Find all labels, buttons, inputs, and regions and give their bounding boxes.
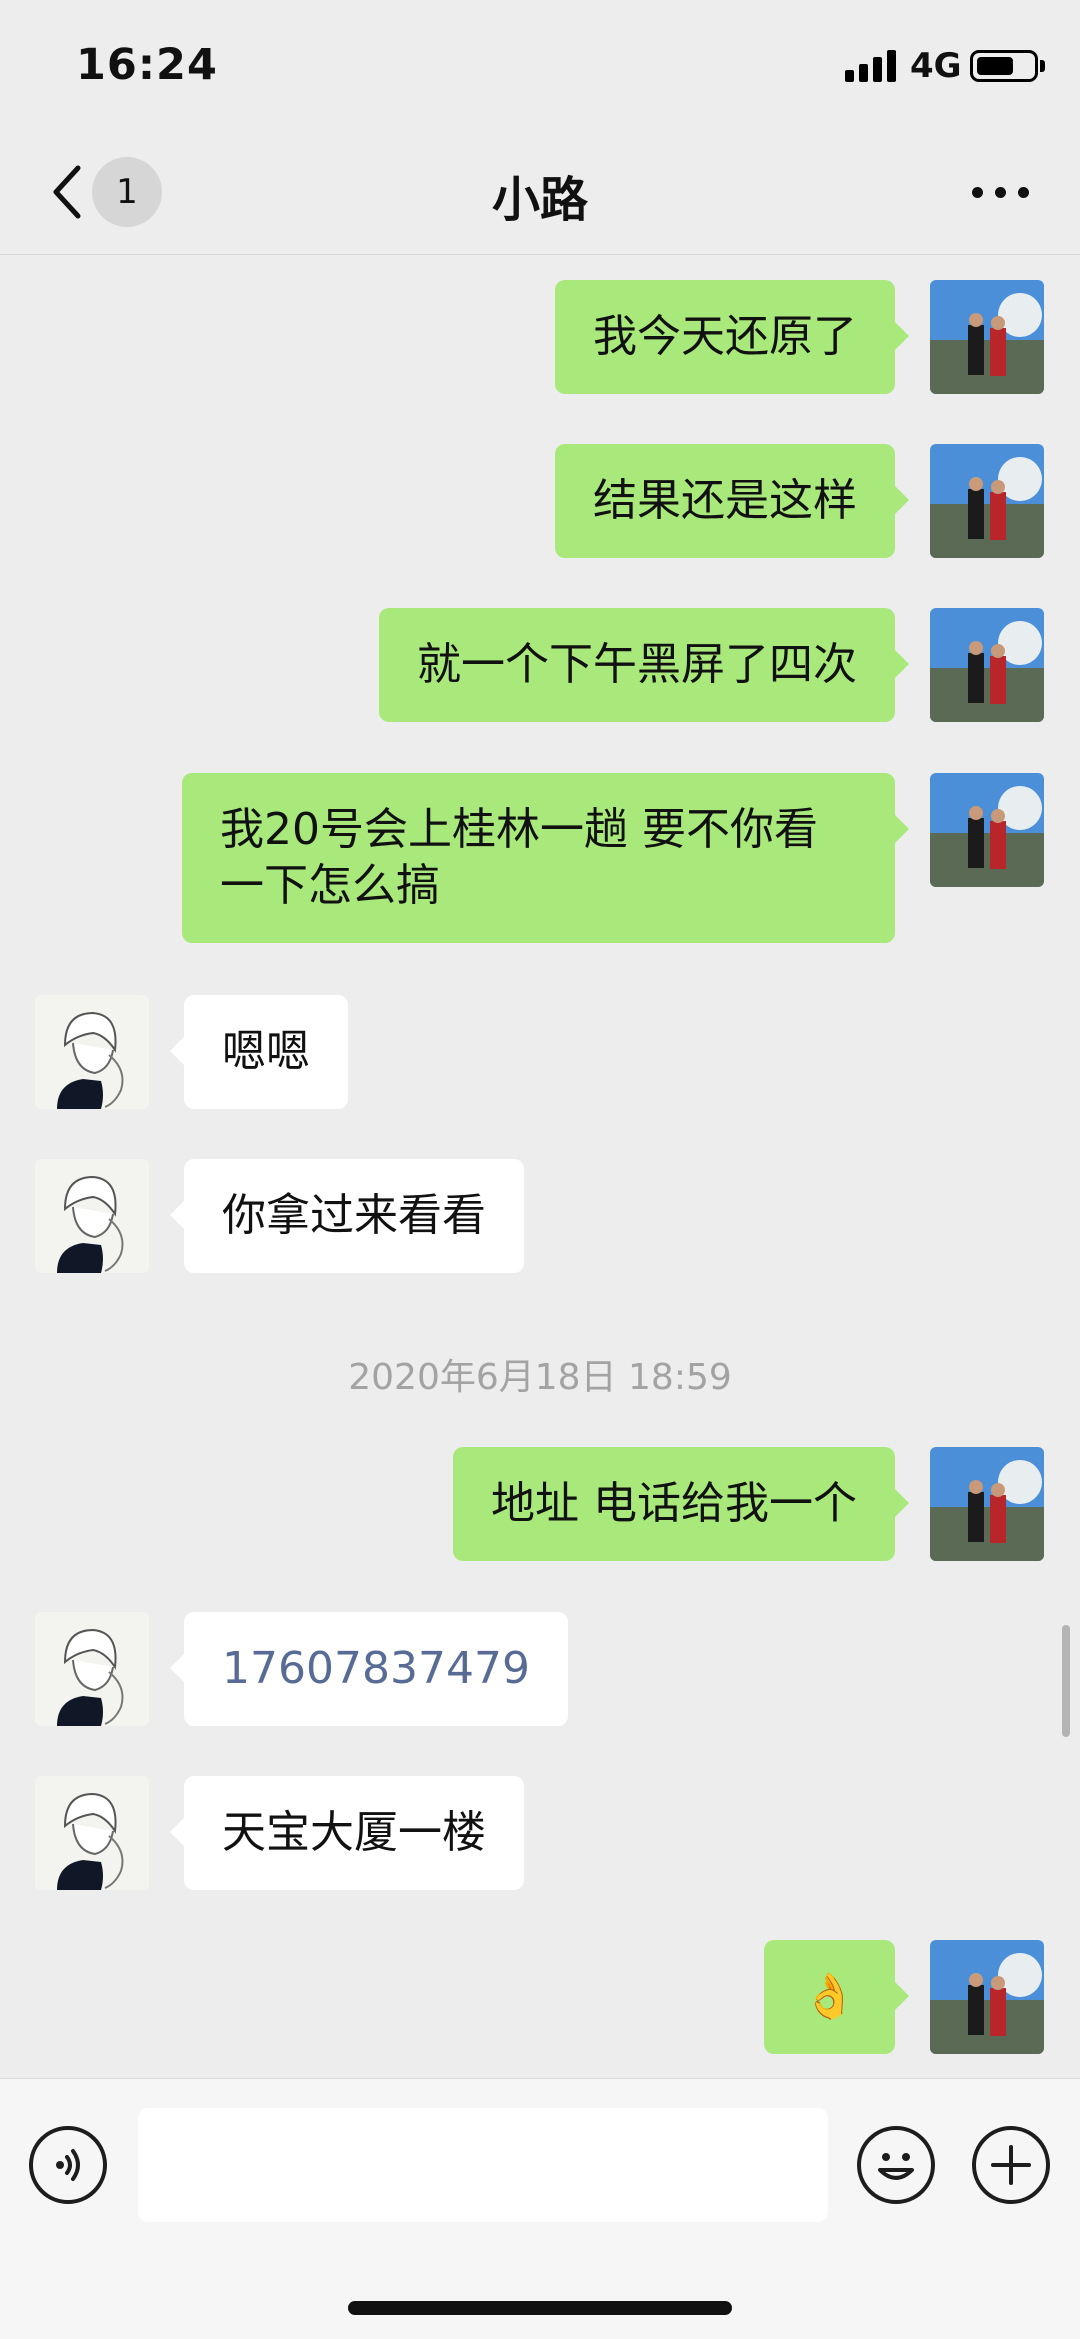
emoji-icon[interactable] [857, 2126, 935, 2204]
my-avatar[interactable] [930, 444, 1044, 558]
message-bubble-in[interactable]: 嗯嗯 [170, 995, 348, 1109]
message-text: 就一个下午黑屏了四次 [417, 639, 857, 690]
message-text: 嗯嗯 [222, 1026, 310, 1077]
message-bubble-out[interactable]: 我20号会上桂林一趟 要不你看 一下怎么搞 [182, 773, 909, 943]
more-dots-icon[interactable] [968, 182, 1032, 202]
contact-avatar[interactable] [35, 995, 149, 1109]
plus-icon[interactable] [972, 2126, 1050, 2204]
my-avatar[interactable] [930, 1940, 1044, 2054]
my-avatar[interactable] [930, 1447, 1044, 1561]
ok-hand-emoji: 👌 [802, 1971, 857, 2022]
scrollbar-thumb[interactable] [1062, 1625, 1070, 1737]
message-bubble-in[interactable]: 17607837479 [170, 1612, 568, 1726]
message-bubble-out[interactable]: 就一个下午黑屏了四次 [379, 608, 909, 722]
contact-avatar[interactable] [35, 1159, 149, 1273]
message-text-line: 我20号会上桂林一趟 要不你看 [220, 804, 818, 855]
message-text: 地址 电话给我一个 [491, 1478, 857, 1529]
signal-icon [845, 50, 897, 82]
battery-icon [970, 50, 1038, 82]
my-avatar[interactable] [930, 608, 1044, 722]
input-bar [0, 2078, 1080, 2339]
chat-timestamp: 2020年6月18日 18:59 [348, 1357, 732, 1398]
message-text: 结果还是这样 [593, 475, 857, 526]
message-text-line: 一下怎么搞 [220, 860, 440, 911]
message-bubble-out[interactable]: 结果还是这样 [555, 444, 909, 558]
message-bubble-in[interactable]: 你拿过来看看 [170, 1159, 524, 1273]
my-avatar[interactable] [930, 280, 1044, 394]
message-bubble-out[interactable]: 地址 电话给我一个 [453, 1447, 909, 1561]
battery-cap [1040, 60, 1045, 72]
phone-number-link[interactable]: 17607837479 [222, 1643, 530, 1694]
contact-avatar[interactable] [35, 1612, 149, 1726]
message-input[interactable] [138, 2108, 828, 2222]
message-text: 天宝大厦一楼 [222, 1807, 486, 1858]
contact-avatar[interactable] [35, 1776, 149, 1890]
chat-screen: 16:24 4G 1 小路 我今天还原了 结果还是这样 就一个下午黑屏了四次 我… [0, 0, 1080, 2339]
message-text: 你拿过来看看 [222, 1190, 486, 1241]
network-label: 4G [910, 46, 962, 86]
chat-title: 小路 [491, 172, 588, 228]
status-bar: 16:24 4G [0, 0, 1080, 130]
my-avatar[interactable] [930, 773, 1044, 887]
message-bubble-out[interactable]: 👌 [764, 1940, 909, 2054]
message-bubble-out[interactable]: 我今天还原了 [555, 280, 909, 394]
message-text: 我今天还原了 [593, 311, 857, 362]
nav-bar: 1 小路 [0, 130, 1080, 255]
status-time: 16:24 [76, 40, 218, 90]
home-indicator[interactable] [348, 2301, 732, 2315]
message-bubble-in[interactable]: 天宝大厦一楼 [170, 1776, 524, 1890]
voice-icon[interactable] [29, 2126, 107, 2204]
